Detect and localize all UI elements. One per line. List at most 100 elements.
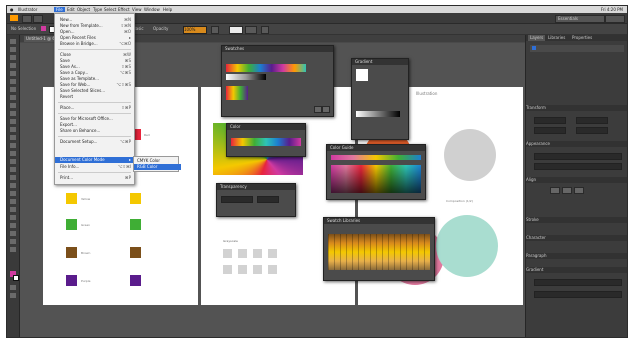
swatch-library-panel[interactable]: Swatch Libraries — [323, 217, 435, 281]
rotate-tool-icon[interactable] — [10, 127, 16, 132]
swatch-grid[interactable] — [226, 86, 248, 100]
paragraph-section[interactable]: Paragraph — [526, 253, 627, 259]
apple-icon[interactable]: ● — [10, 7, 14, 12]
menu-item-revert[interactable]: Revert — [55, 94, 134, 100]
paintbrush-tool-icon[interactable] — [10, 103, 16, 108]
tab-libraries[interactable]: Libraries — [546, 35, 567, 41]
artboard-tool-icon[interactable] — [10, 223, 16, 228]
menu-type[interactable]: Type — [93, 7, 102, 12]
swatch-brown[interactable] — [66, 247, 77, 258]
gradient-tool-icon[interactable] — [10, 183, 16, 188]
gradient-panel[interactable]: Gradient — [351, 58, 409, 140]
magic-wand-tool-icon[interactable] — [10, 55, 16, 60]
gradient-angle-field[interactable] — [534, 291, 622, 298]
gray-circle[interactable] — [444, 129, 496, 181]
document-setup-button[interactable] — [229, 26, 243, 34]
blend-mode-select[interactable] — [221, 196, 253, 203]
align-right-icon[interactable] — [574, 187, 584, 194]
align-left-icon[interactable] — [550, 187, 560, 194]
menu-view[interactable]: View — [132, 7, 142, 12]
lasso-tool-icon[interactable] — [10, 63, 16, 68]
slice-tool-icon[interactable] — [10, 231, 16, 236]
shape-builder-tool-icon[interactable] — [10, 159, 16, 164]
y-field[interactable] — [576, 117, 608, 124]
menu-item-document-setup[interactable]: Document Setup... ⌥⌘P — [55, 139, 134, 145]
gray-swatch[interactable] — [238, 249, 247, 258]
width-tool-icon[interactable] — [10, 143, 16, 148]
gradient-type-field[interactable] — [534, 279, 622, 286]
swatch-grid[interactable] — [226, 74, 266, 80]
submenu-item-rgb[interactable]: RGB Color — [134, 164, 181, 170]
swatches-panel[interactable]: Swatches — [221, 45, 334, 117]
gradient-slider[interactable] — [356, 111, 400, 117]
swatch-yellow[interactable] — [66, 193, 77, 204]
tab-properties[interactable]: Properties — [570, 35, 594, 41]
mesh-tool-icon[interactable] — [10, 175, 16, 180]
arrange-documents-button[interactable] — [33, 15, 43, 23]
perspective-grid-tool-icon[interactable] — [10, 167, 16, 172]
bridge-button[interactable] — [22, 15, 32, 23]
line-tool-icon[interactable] — [10, 87, 16, 92]
menu-item-place[interactable]: Place... ⇧⌘P — [55, 105, 134, 111]
arrange-icon[interactable] — [261, 26, 269, 34]
gradient-preview[interactable] — [356, 69, 368, 81]
character-section[interactable]: Character — [526, 235, 627, 241]
search-field[interactable] — [605, 15, 625, 23]
swatch-green-right[interactable] — [130, 219, 141, 230]
gray-swatch[interactable] — [223, 265, 232, 274]
direct-selection-tool-icon[interactable] — [10, 47, 16, 52]
graph-tool-icon[interactable] — [10, 215, 16, 220]
menu-object[interactable]: Object — [77, 7, 90, 12]
selection-tool-icon[interactable] — [10, 39, 16, 44]
preferences-button[interactable] — [245, 26, 257, 34]
color-guide-panel[interactable]: Color Guide — [326, 144, 426, 200]
layer-row[interactable] — [530, 45, 624, 52]
tab-layers[interactable]: Layers — [528, 35, 546, 41]
gray-swatch[interactable] — [268, 265, 277, 274]
workspace-switcher[interactable]: Essentials — [555, 15, 605, 23]
menu-select[interactable]: Select — [104, 7, 116, 12]
gray-swatch[interactable] — [223, 249, 232, 258]
menu-help[interactable]: Help — [163, 7, 172, 12]
menu-item-document-color-mode[interactable]: Document Color Mode ▸ — [55, 157, 134, 163]
screen-mode-icon[interactable] — [10, 293, 16, 298]
pen-tool-icon[interactable] — [10, 71, 16, 76]
gradient-section[interactable]: Gradient — [526, 267, 627, 273]
eraser-tool-icon[interactable] — [10, 119, 16, 124]
menu-file[interactable]: File — [54, 7, 65, 12]
align-section[interactable]: Align — [526, 177, 627, 183]
color-guide-grid[interactable] — [331, 165, 421, 193]
pencil-tool-icon[interactable] — [10, 111, 16, 116]
color-spectrum[interactable] — [231, 138, 301, 146]
hand-tool-icon[interactable] — [10, 239, 16, 244]
gray-swatch[interactable] — [268, 249, 277, 258]
gray-swatch[interactable] — [253, 265, 262, 274]
delete-swatch-icon[interactable] — [322, 106, 330, 113]
swatch-purple[interactable] — [66, 275, 77, 286]
style-swatch[interactable] — [211, 26, 219, 34]
swatch-yellow-right[interactable] — [130, 193, 141, 204]
color-panel[interactable]: Color — [226, 123, 306, 157]
zoom-tool-icon[interactable] — [10, 247, 16, 252]
appearance-stroke-row[interactable] — [534, 163, 622, 170]
menu-item-print[interactable]: Print... ⌘P — [55, 175, 134, 181]
menu-app[interactable]: Illustrator — [18, 7, 37, 12]
menu-item-browse-in-bridge[interactable]: Browse in Bridge... ⌥⌘O — [55, 41, 134, 47]
free-transform-tool-icon[interactable] — [10, 151, 16, 156]
swatch-grid[interactable] — [226, 64, 306, 72]
menu-item-share-on-behance[interactable]: Share on Behance... — [55, 128, 134, 134]
blend-tool-icon[interactable] — [10, 199, 16, 204]
menu-edit[interactable]: Edit — [67, 7, 75, 12]
mint-circle[interactable] — [436, 215, 498, 277]
gray-swatch[interactable] — [238, 265, 247, 274]
swatch-green[interactable] — [66, 219, 77, 230]
menu-item-file-info[interactable]: File Info... ⌥⇧⌘I — [55, 164, 134, 170]
drawing-mode-icon[interactable] — [10, 285, 16, 290]
new-swatch-button[interactable] — [314, 106, 322, 113]
type-tool-icon[interactable] — [10, 79, 16, 84]
fill-swatch[interactable] — [41, 26, 46, 31]
stroke-section[interactable]: Stroke — [526, 217, 627, 223]
color-guide-strip[interactable] — [331, 155, 421, 160]
height-field[interactable] — [576, 127, 608, 134]
appearance-fill-row[interactable] — [534, 153, 622, 160]
